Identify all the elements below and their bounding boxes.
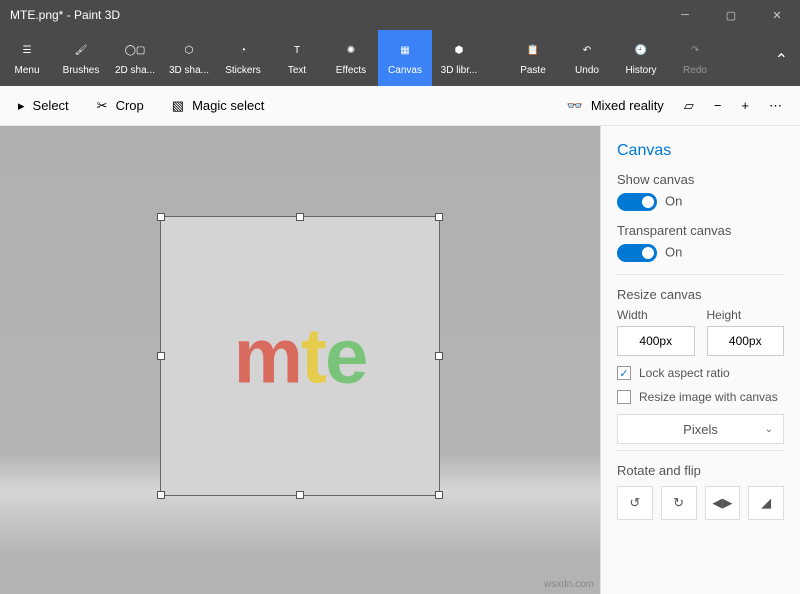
resize-canvas-label: Resize canvas <box>617 287 784 302</box>
redo-icon: ↷ <box>685 41 705 61</box>
lock-aspect-label: Lock aspect ratio <box>639 366 730 380</box>
mixed-reality-tool[interactable]: 👓Mixed reality <box>567 98 664 114</box>
history-button[interactable]: 🕘History <box>614 30 668 86</box>
resize-handle[interactable] <box>157 352 165 360</box>
rotate-flip-label: Rotate and flip <box>617 463 784 478</box>
canvas-selection[interactable]: mte <box>160 216 440 496</box>
width-label: Width <box>617 308 695 322</box>
menu-button[interactable]: ☰Menu <box>0 30 54 86</box>
close-button[interactable]: ✕ <box>754 0 800 30</box>
resize-handle[interactable] <box>435 491 443 499</box>
canvas-icon: ▦ <box>395 41 415 61</box>
secondary-toolbar: ▸Select ✂Crop ▧Magic select 👓Mixed reali… <box>0 86 800 126</box>
ribbon: ☰Menu 🖌Brushes ◯▢2D sha... ⬡3D sha... ◔S… <box>0 30 800 86</box>
circle-square-icon: ◯▢ <box>125 41 145 61</box>
window-title: MTE.png* - Paint 3D <box>10 8 662 22</box>
resize-handle[interactable] <box>296 213 304 221</box>
brush-icon: 🖌 <box>71 41 91 61</box>
flip-vertical-button[interactable]: ◢ <box>748 486 784 520</box>
effects-icon: ✺ <box>341 41 361 61</box>
lock-aspect-checkbox[interactable]: ✓ <box>617 366 631 380</box>
undo-button[interactable]: ↶Undo <box>560 30 614 86</box>
properties-panel: Canvas Show canvas On Transparent canvas… <box>600 126 800 594</box>
crop-tool[interactable]: ✂Crop <box>97 98 144 114</box>
resize-handle[interactable] <box>157 213 165 221</box>
chevron-down-icon: ⌄ <box>765 424 773 435</box>
minimize-button[interactable]: ─ <box>662 0 708 30</box>
paste-icon: 📋 <box>523 41 543 61</box>
library-icon: ⬢ <box>449 41 469 61</box>
3d-shapes-button[interactable]: ⬡3D sha... <box>162 30 216 86</box>
zoom-out-button[interactable]: − <box>714 98 722 113</box>
pointer-icon: ▸ <box>18 98 25 114</box>
resize-handle[interactable] <box>435 352 443 360</box>
resize-handle[interactable] <box>435 213 443 221</box>
canvas-content: mte <box>234 311 367 402</box>
text-button[interactable]: TText <box>270 30 324 86</box>
maximize-button[interactable]: ▢ <box>708 0 754 30</box>
3d-library-button[interactable]: ⬢3D libr... <box>432 30 486 86</box>
mr-icon: 👓 <box>567 98 583 114</box>
flip-horizontal-button[interactable]: ◀▶ <box>705 486 741 520</box>
zoom-in-button[interactable]: + <box>741 98 749 113</box>
transparent-canvas-toggle[interactable] <box>617 244 657 262</box>
canvas-viewport[interactable]: mte wsxdn.com <box>0 126 600 594</box>
text-icon: T <box>287 41 307 61</box>
panel-title: Canvas <box>617 142 784 160</box>
redo-button[interactable]: ↷Redo <box>668 30 722 86</box>
crop-icon: ✂ <box>97 98 108 114</box>
magic-icon: ▧ <box>172 98 184 114</box>
effects-button[interactable]: ✺Effects <box>324 30 378 86</box>
more-button[interactable]: ⋯ <box>769 98 782 114</box>
stickers-icon: ◔ <box>233 41 253 61</box>
height-input[interactable] <box>707 326 785 356</box>
transparent-canvas-label: Transparent canvas <box>617 223 784 238</box>
width-input[interactable] <box>617 326 695 356</box>
rotate-left-button[interactable]: ↺ <box>617 486 653 520</box>
units-dropdown[interactable]: Pixels⌄ <box>617 414 784 444</box>
magic-select-tool[interactable]: ▧Magic select <box>172 98 265 114</box>
resize-handle[interactable] <box>296 491 304 499</box>
height-label: Height <box>707 308 785 322</box>
rotate-right-button[interactable]: ↻ <box>661 486 697 520</box>
history-icon: 🕘 <box>631 41 651 61</box>
resize-image-label: Resize image with canvas <box>639 390 778 404</box>
watermark: wsxdn.com <box>544 579 594 590</box>
undo-icon: ↶ <box>577 41 597 61</box>
cube-icon: ⬡ <box>179 41 199 61</box>
menu-icon: ☰ <box>17 41 37 61</box>
perspective-icon[interactable]: ▱ <box>684 98 694 114</box>
brushes-button[interactable]: 🖌Brushes <box>54 30 108 86</box>
select-tool[interactable]: ▸Select <box>18 98 69 114</box>
resize-handle[interactable] <box>157 491 165 499</box>
stickers-button[interactable]: ◔Stickers <box>216 30 270 86</box>
show-canvas-label: Show canvas <box>617 172 784 187</box>
canvas-button[interactable]: ▦Canvas <box>378 30 432 86</box>
2d-shapes-button[interactable]: ◯▢2D sha... <box>108 30 162 86</box>
resize-image-checkbox[interactable] <box>617 390 631 404</box>
show-canvas-toggle[interactable] <box>617 193 657 211</box>
titlebar: MTE.png* - Paint 3D ─ ▢ ✕ <box>0 0 800 30</box>
expand-ribbon-button[interactable]: ⌃ <box>775 50 788 70</box>
paste-button[interactable]: 📋Paste <box>506 30 560 86</box>
